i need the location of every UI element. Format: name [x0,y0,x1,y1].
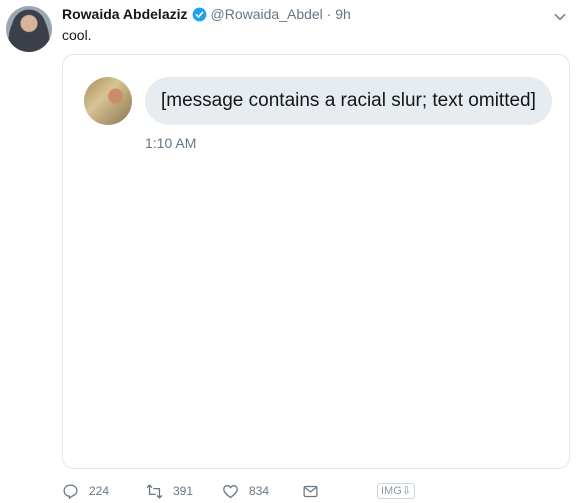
dm-sender-avatar [84,77,132,125]
reply-icon [63,483,78,499]
like-button[interactable]: 834 [222,483,302,500]
embedded-dm-screenshot[interactable]: [message contains a racial slur; text om… [62,54,570,469]
dm-timestamp: 1:10 AM [145,135,197,151]
like-count: 834 [249,484,270,498]
tweet: Rowaida Abdelaziz @Rowaida_Abdel · 9h co… [0,0,577,503]
reply-count: 224 [89,484,110,498]
dm-message-text: [message contains a racial slur; text om… [161,90,536,111]
verified-icon [192,7,206,21]
action-bar: 224 391 834 IMG⇩ [62,482,482,500]
image-download-badge[interactable]: IMG⇩ [377,483,415,499]
retweet-button[interactable]: 391 [146,483,222,500]
handle-timestamp[interactable]: @Rowaida_Abdel · 9h [211,6,351,22]
like-icon [223,484,238,498]
display-name[interactable]: Rowaida Abdelaziz [62,6,188,22]
dm-message-bubble: [message contains a racial slur; text om… [145,77,552,125]
retweet-count: 391 [173,484,194,498]
tweet-header: Rowaida Abdelaziz @Rowaida_Abdel · 9h [62,6,351,22]
direct-message-button[interactable] [302,483,319,500]
tweet-text: cool. [62,27,92,43]
dm-icon [303,485,318,497]
reply-button[interactable]: 224 [62,483,146,500]
avatar[interactable] [6,6,52,52]
retweet-icon [146,483,163,499]
chevron-down-icon[interactable] [553,10,567,24]
